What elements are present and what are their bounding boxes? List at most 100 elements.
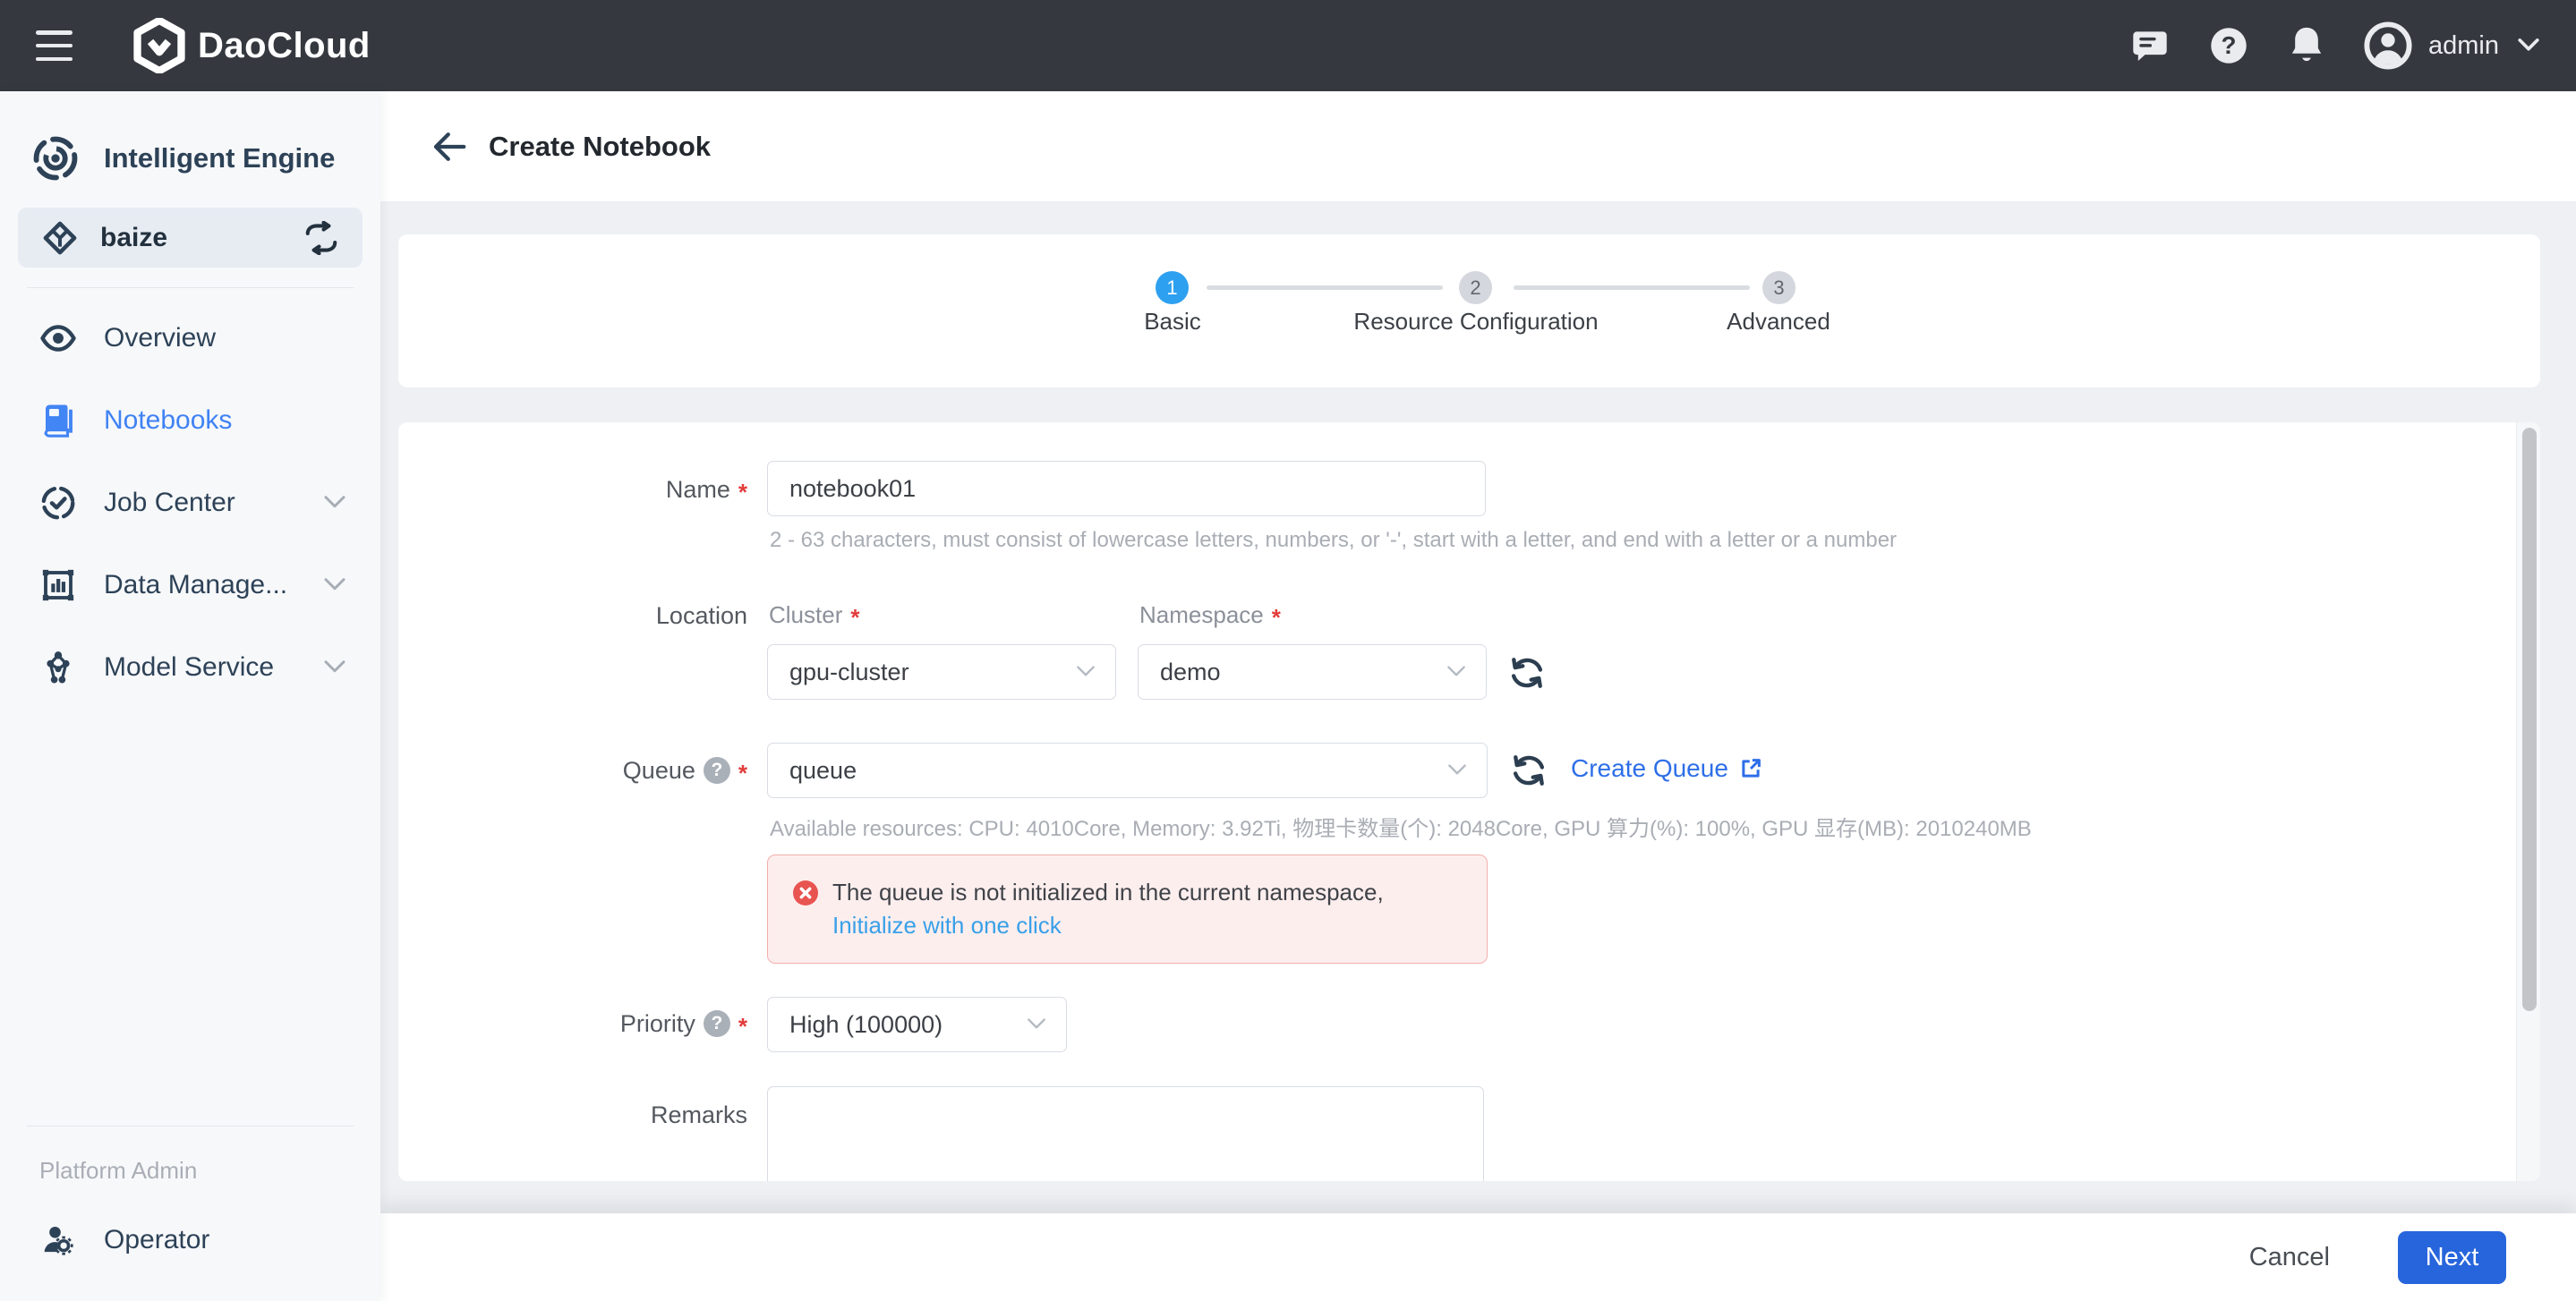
priority-label-row: Priority ? * (398, 1009, 756, 1038)
top-navbar: DaoCloud ? admin (0, 0, 2576, 91)
queue-error-alert: The queue is not initialized in the curr… (767, 855, 1488, 964)
chevron-down-icon (1074, 664, 1097, 680)
required-marker: * (738, 760, 747, 787)
daocloud-logo-icon (133, 18, 185, 73)
external-link-icon (1737, 755, 1764, 782)
sidebar-item-label: Job Center (104, 488, 235, 518)
priority-label: Priority (620, 1010, 695, 1038)
error-icon (793, 880, 818, 906)
cluster-label: Cluster (769, 601, 842, 629)
queue-label-row: Queue ? * (398, 756, 756, 785)
required-marker: * (738, 1013, 747, 1041)
sidebar-item-overview[interactable]: Overview (0, 297, 380, 379)
form-footer: Cancel Next (380, 1213, 2576, 1301)
cluster-select[interactable]: gpu-cluster (767, 644, 1116, 700)
priority-help-icon[interactable]: ? (704, 1010, 730, 1037)
svg-text:?: ? (2222, 31, 2237, 59)
chevron-down-icon (1445, 664, 1468, 680)
queue-select[interactable]: queue (767, 743, 1488, 798)
chevron-down-icon (321, 576, 348, 594)
sidebar-item-model-service[interactable]: Model Service (0, 626, 380, 709)
help-icon[interactable]: ? (2208, 25, 2249, 66)
step-2-label: Resource Configuration (1353, 308, 1598, 336)
step-3-circle[interactable]: 3 (1762, 271, 1796, 304)
step-2-circle[interactable]: 2 (1459, 271, 1492, 304)
chevron-down-icon (1025, 1016, 1048, 1033)
notifications-bell-icon[interactable] (2287, 24, 2326, 67)
next-button[interactable]: Next (2398, 1231, 2506, 1284)
namespace-label-row: Namespace * (1139, 601, 1281, 629)
brand-logo: DaoCloud (133, 18, 371, 73)
workspace-name: baize (100, 223, 167, 253)
remarks-label: Remarks (651, 1101, 747, 1129)
stepper: 1 2 3 Basic Resource Configuration Advan… (398, 234, 2540, 387)
product-name: Intelligent Engine (104, 142, 335, 174)
sidebar-item-job-center[interactable]: Job Center (0, 462, 380, 544)
content: 1 2 3 Basic Resource Configuration Advan… (380, 201, 2576, 1301)
refresh-queue-icon[interactable] (1508, 750, 1549, 791)
required-marker: * (850, 604, 859, 632)
product-header: Intelligent Engine (0, 131, 380, 186)
sidebar-nav: Overview Notebooks Job Center (0, 297, 380, 709)
sidebar: Intelligent Engine baize Overview (0, 91, 380, 1301)
sidebar-item-data-management[interactable]: Data Manage... (0, 544, 380, 626)
sidebar-item-label: Notebooks (104, 405, 232, 436)
remarks-textarea[interactable] (767, 1086, 1484, 1181)
model-service-icon (39, 649, 77, 686)
page-title: Create Notebook (489, 131, 711, 163)
sidebar-item-label: Overview (104, 323, 216, 353)
step-connector (1514, 285, 1750, 290)
chevron-down-icon (321, 659, 348, 676)
available-resources-text: Available resources: CPU: 4010Core, Memo… (770, 811, 2032, 842)
intelligent-engine-icon (30, 133, 81, 183)
chevron-down-icon (2515, 36, 2542, 55)
main-area: Create Notebook 1 2 3 Basic Resource Con… (380, 91, 2576, 1301)
sidebar-item-label: Operator (104, 1225, 209, 1255)
username: admin (2428, 31, 2499, 61)
required-marker: * (1272, 604, 1281, 632)
workspace-gem-icon (41, 219, 79, 257)
notebook-book-icon (39, 402, 77, 439)
name-label: Name (666, 476, 730, 504)
scrollbar-thumb[interactable] (2522, 428, 2537, 1011)
alert-message: The queue is not initialized in the curr… (832, 876, 1384, 909)
name-label-row: Name* (398, 475, 756, 504)
namespace-label: Namespace (1139, 601, 1264, 629)
avatar (2364, 21, 2412, 70)
sidebar-item-label: Data Manage... (104, 570, 287, 600)
name-input[interactable] (767, 461, 1486, 516)
eye-icon (39, 319, 77, 357)
workspace-selector[interactable]: baize (18, 208, 363, 268)
create-queue-link[interactable]: Create Queue (1571, 754, 1764, 783)
step-connector (1207, 285, 1443, 290)
messages-icon[interactable] (2129, 26, 2171, 65)
step-1-label: Basic (1144, 308, 1201, 336)
sidebar-item-operator[interactable]: Operator (0, 1204, 380, 1276)
location-label: Location (656, 602, 747, 630)
initialize-link[interactable]: Initialize with one click (832, 909, 1384, 942)
divider (27, 287, 354, 288)
namespace-select[interactable]: demo (1138, 644, 1487, 700)
sidebar-bottom: Platform Admin Operator (0, 1126, 380, 1301)
user-menu[interactable]: admin (2364, 21, 2542, 70)
refresh-namespace-icon[interactable] (1506, 652, 1548, 693)
priority-select[interactable]: High (100000) (767, 997, 1067, 1052)
queue-help-icon[interactable]: ? (704, 757, 730, 784)
cluster-label-row: Cluster * (769, 601, 859, 629)
step-3-label: Advanced (1727, 308, 1830, 336)
navbar-actions: ? admin (2129, 21, 2542, 70)
form-scrollbar[interactable] (2516, 422, 2540, 1181)
back-arrow-icon[interactable] (430, 127, 469, 166)
remarks-label-row: Remarks (398, 1101, 756, 1129)
cancel-button[interactable]: Cancel (2233, 1234, 2346, 1281)
create-notebook-form: Name* 2 - 63 characters, must consist of… (398, 422, 2540, 1181)
sidebar-item-notebooks[interactable]: Notebooks (0, 379, 380, 462)
switch-workspace-icon[interactable] (302, 221, 341, 255)
name-help-text: 2 - 63 characters, must consist of lower… (770, 528, 1897, 553)
app-root: DaoCloud ? admin (0, 0, 2576, 1301)
queue-label: Queue (623, 757, 695, 785)
data-management-icon (39, 566, 77, 604)
step-1-circle[interactable]: 1 (1156, 271, 1189, 304)
sidebar-item-label: Model Service (104, 652, 274, 683)
hamburger-menu-icon[interactable] (36, 30, 73, 61)
